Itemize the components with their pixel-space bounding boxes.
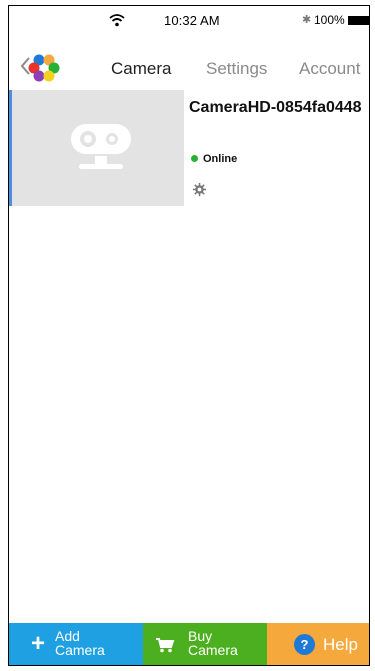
- buy-camera-label-2: Camera: [188, 642, 238, 658]
- bluetooth-icon: ✱: [302, 14, 312, 26]
- tab-camera[interactable]: Camera: [111, 59, 171, 79]
- app-logo-icon: [28, 54, 60, 82]
- bottom-action-bar: + Add Camera Buy Camera ? Help: [9, 623, 369, 665]
- status-time: 10:32 AM: [164, 13, 220, 28]
- status-bar: 10:32 AM ✱ 100%: [9, 6, 369, 36]
- status-dot-icon: [191, 155, 198, 162]
- cart-icon: [156, 638, 175, 653]
- help-button[interactable]: ? Help: [267, 623, 369, 665]
- camera-thumbnail[interactable]: [9, 90, 184, 206]
- camera-list-item[interactable]: CameraHD-0854fa0448 Online: [9, 90, 369, 208]
- camera-status-label: Online: [203, 153, 238, 165]
- gear-icon[interactable]: [192, 182, 207, 197]
- nav-bar: Camera Settings Account: [9, 43, 369, 87]
- battery-icon: [348, 16, 369, 25]
- wifi-icon: [109, 14, 125, 27]
- help-label: Help: [323, 635, 358, 654]
- camera-status: Online: [191, 153, 237, 165]
- camera-name: CameraHD-0854fa0448: [189, 99, 362, 116]
- camera-device-icon: [71, 124, 131, 169]
- add-camera-label-2: Camera: [55, 642, 105, 658]
- plus-icon: +: [31, 630, 46, 657]
- buy-camera-button[interactable]: Buy Camera: [143, 623, 267, 665]
- app-frame: 10:32 AM ✱ 100% Camera Settings Account: [8, 5, 370, 666]
- help-icon: ?: [294, 634, 315, 655]
- battery-percent: 100%: [314, 13, 345, 27]
- tab-settings[interactable]: Settings: [206, 59, 267, 79]
- add-camera-button[interactable]: + Add Camera: [9, 623, 143, 665]
- tab-account[interactable]: Account: [299, 59, 360, 79]
